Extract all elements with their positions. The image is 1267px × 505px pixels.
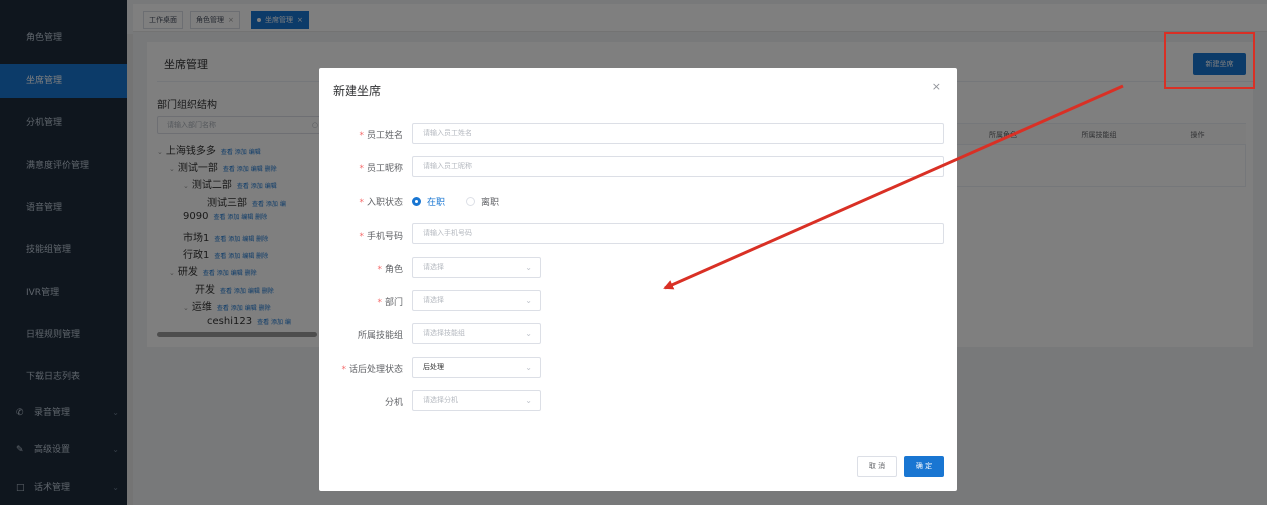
annotation-overlay [663,32,1255,290]
annotation-arrow [663,84,1124,290]
highlight-box [1164,32,1255,89]
